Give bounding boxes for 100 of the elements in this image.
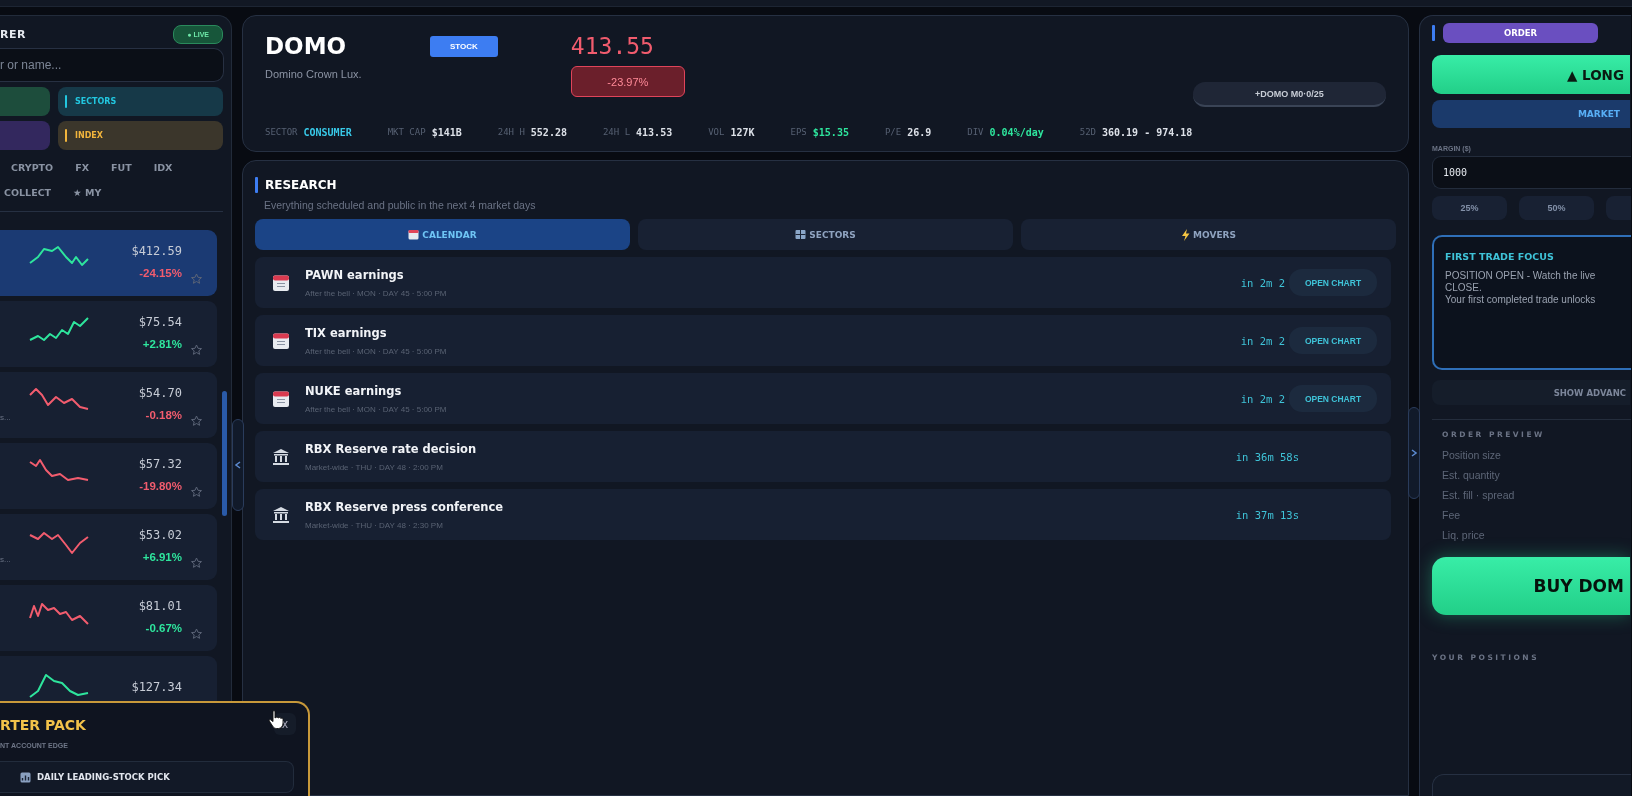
preset-button[interactable]: 25% xyxy=(1432,196,1507,220)
stat-label: MKT CAP xyxy=(387,127,426,138)
price-text: 413.55 xyxy=(570,33,654,59)
research-tab[interactable]: MOVERS xyxy=(1021,219,1396,250)
list-tab[interactable]: ★ MY xyxy=(73,187,102,198)
stat-value: $141B xyxy=(431,127,462,138)
ticker-symbol: DOMO xyxy=(265,33,348,59)
bank-icon xyxy=(272,447,290,466)
market-button[interactable]: MARKET xyxy=(1432,100,1630,128)
filter-chip[interactable]: SECTORS xyxy=(58,87,223,116)
stat-label: 24H H xyxy=(497,127,525,138)
stat-label: 24H L xyxy=(602,127,631,138)
research-tab[interactable]: SECTORS xyxy=(638,219,1013,250)
stock-row[interactable]: $81.01 -0.67% xyxy=(0,585,217,651)
search-field[interactable]: r or name... xyxy=(0,48,224,82)
type-badge: STOCK xyxy=(430,36,498,57)
asset-tab[interactable]: IDX xyxy=(153,162,173,173)
sparkline xyxy=(28,314,90,344)
order-tab[interactable]: ORDER xyxy=(1443,23,1598,43)
price-change: -24.15% xyxy=(139,266,182,279)
stock-row[interactable]: $57.32 -19.80% xyxy=(0,443,217,509)
margin-field[interactable]: 1000 xyxy=(1432,156,1631,189)
asset-tab[interactable]: FUT xyxy=(111,162,132,173)
asset-tab[interactable]: CRYPTO xyxy=(11,162,54,173)
stat-label: VOL xyxy=(708,127,725,138)
grid-icon xyxy=(795,229,807,240)
stat-label: DIV xyxy=(967,127,984,138)
stat-value: 360.19 - 974.18 xyxy=(1102,127,1193,138)
change-badge: -23.97% xyxy=(570,66,685,97)
accent-bar xyxy=(255,177,258,193)
bank-icon xyxy=(272,505,290,524)
countdown: in 2m 2 xyxy=(1240,334,1285,347)
stock-price: $412.59 xyxy=(131,243,182,258)
stat-value: 0.04%/day xyxy=(989,127,1044,138)
stat-value: $15.35 xyxy=(812,127,849,138)
preview-label: Est. quantity xyxy=(1442,468,1501,483)
star-icon xyxy=(191,272,202,284)
buy-button[interactable]: BUY DOM xyxy=(1432,557,1630,615)
preview-label: Est. fill · spread xyxy=(1442,488,1516,503)
star-icon xyxy=(191,414,202,426)
stat-value: 552.28 xyxy=(530,127,567,138)
watch-pill[interactable]: +DOMO M0·0/25 xyxy=(1193,82,1386,107)
collapse-handle[interactable] xyxy=(232,419,244,511)
event-title: RBX Reserve rate decision xyxy=(305,441,478,456)
chevron-left-icon xyxy=(235,461,241,469)
event-title: PAWN earnings xyxy=(305,267,405,282)
star-icon xyxy=(191,556,202,568)
research-tab[interactable]: CALENDAR xyxy=(255,219,630,250)
perk-text: DAILY LEADING-STOCK PICK xyxy=(37,772,170,782)
stock-row[interactable]: $75.54 +2.81% xyxy=(0,301,217,367)
focus-text: POSITION OPEN - Watch the live CLOSE. Your first completed trade unlocks xyxy=(1445,270,1597,306)
countdown: in 2m 2 xyxy=(1240,392,1285,405)
long-button[interactable]: ▲ LONG xyxy=(1432,55,1630,94)
star-icon xyxy=(191,343,202,355)
filter-chip[interactable] xyxy=(0,121,50,150)
price-change: +2.81% xyxy=(142,337,182,350)
preview-label: Position size xyxy=(1442,448,1502,463)
countdown: in 2m 2 xyxy=(1240,276,1285,289)
star-icon xyxy=(191,485,202,497)
stat-label: SECTOR xyxy=(265,127,298,138)
price-change: -0.18% xyxy=(145,408,182,421)
lightning-icon xyxy=(1181,228,1191,241)
open-chart-button[interactable]: OPEN CHART xyxy=(1289,269,1377,296)
event-title: NUKE earnings xyxy=(305,383,403,398)
open-chart-button[interactable]: OPEN CHART xyxy=(1289,385,1377,412)
filter-chip[interactable]: INDEX xyxy=(58,121,223,150)
filter-chip[interactable] xyxy=(0,87,50,116)
calendar-icon xyxy=(408,229,420,240)
asset-tab[interactable]: FX xyxy=(75,162,89,173)
event-title: RBX Reserve press conference xyxy=(305,499,505,514)
stat-value: CONSUMER xyxy=(303,127,352,138)
price-change: -0.67% xyxy=(145,621,182,634)
countdown: in 37m 13s xyxy=(1235,508,1299,521)
section-subtitle: Everything scheduled and public in the next 4 market days xyxy=(264,199,537,211)
panel-title: RER xyxy=(0,27,26,41)
calendar-icon xyxy=(272,331,290,350)
stock-price: $127.34 xyxy=(131,680,182,694)
scrollbar[interactable] xyxy=(222,391,227,516)
collapse-handle[interactable] xyxy=(1408,407,1420,499)
focus-title: FIRST TRADE FOCUS xyxy=(1445,251,1555,262)
company-name: Domino Crown Lux. xyxy=(265,68,363,80)
stock-price: $53.02 xyxy=(138,527,182,542)
star-icon xyxy=(191,627,202,639)
show-advanced-button[interactable]: SHOW ADVANC xyxy=(1432,380,1630,405)
open-chart-button[interactable]: OPEN CHART xyxy=(1289,327,1377,354)
hand-cursor-icon xyxy=(268,710,284,730)
countdown: in 36m 58s xyxy=(1235,450,1299,463)
bar-chart-icon xyxy=(20,771,31,783)
price-change: -19.80% xyxy=(139,479,182,492)
preview-label: Fee xyxy=(1442,508,1462,523)
stock-row[interactable]: $412.59 -24.15% xyxy=(0,230,217,296)
stat-label: P/E xyxy=(884,127,902,138)
event-title: TIX earnings xyxy=(305,325,388,340)
stat-value: 413.53 xyxy=(636,127,673,138)
preset-button[interactable]: 50% xyxy=(1519,196,1594,220)
preview-label: Liq. price xyxy=(1442,528,1486,543)
stat-label: EPS xyxy=(790,127,807,138)
stat-value: 26.9 xyxy=(907,127,932,138)
calendar-icon xyxy=(272,389,290,408)
list-tab[interactable]: COLLECT xyxy=(4,187,52,198)
